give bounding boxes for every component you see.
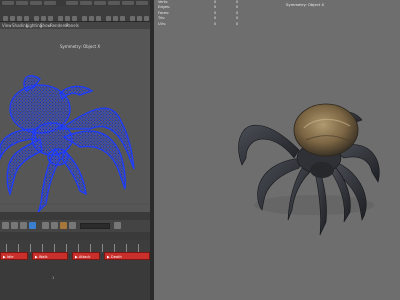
frame-all-icon[interactable] bbox=[130, 16, 135, 21]
menu-tab[interactable] bbox=[30, 1, 42, 5]
model-shadow bbox=[254, 195, 374, 215]
clip-button-idle[interactable]: ▶ Idle bbox=[0, 252, 28, 260]
time-tick bbox=[126, 244, 127, 252]
time-tick bbox=[114, 244, 115, 252]
select-tool-icon[interactable] bbox=[3, 16, 8, 21]
rotate-tool-icon[interactable] bbox=[17, 16, 22, 21]
shaded-icon[interactable] bbox=[89, 16, 94, 21]
wire-leg bbox=[59, 85, 94, 101]
menu-view[interactable]: View bbox=[2, 23, 12, 28]
play-icon: ▶ bbox=[35, 255, 38, 259]
play-icon: ▶ bbox=[3, 255, 6, 259]
time-tick bbox=[78, 244, 79, 252]
loop-icon[interactable] bbox=[69, 222, 76, 229]
wireframe-viewport[interactable]: Symmetry: Object X bbox=[0, 29, 150, 212]
menu-tab[interactable] bbox=[80, 1, 92, 5]
time-tick bbox=[6, 244, 7, 252]
time-tick bbox=[90, 244, 91, 252]
animation-clip-bar: ▶ Idle ▶ Walk ▶ Attack ▶ Death bbox=[0, 252, 150, 260]
time-tick bbox=[42, 244, 43, 252]
range-slider[interactable]: 1 bbox=[0, 270, 150, 300]
menu-tab[interactable] bbox=[136, 1, 148, 5]
scale-tool-icon[interactable] bbox=[24, 16, 29, 21]
spider-shaded-model bbox=[238, 103, 380, 236]
frame-selected-icon[interactable] bbox=[137, 16, 142, 21]
clip-label: Idle bbox=[6, 255, 14, 259]
wire-leg bbox=[6, 138, 43, 197]
time-tick bbox=[138, 244, 139, 252]
shaded-abdomen bbox=[293, 103, 359, 157]
menu-tab[interactable] bbox=[16, 1, 28, 5]
clip-button-death[interactable]: ▶ Death bbox=[104, 252, 150, 260]
camera-icon[interactable] bbox=[58, 16, 63, 21]
move-tool-icon[interactable] bbox=[10, 16, 15, 21]
render-icon[interactable] bbox=[72, 16, 77, 21]
curve-snap-icon[interactable] bbox=[41, 16, 46, 21]
clip-button-walk[interactable]: ▶ Walk bbox=[32, 252, 68, 260]
xray-icon[interactable] bbox=[113, 16, 118, 21]
clip-button-attack[interactable]: ▶ Attack bbox=[72, 252, 100, 260]
clip-label: Death bbox=[110, 255, 122, 259]
key-icon[interactable] bbox=[60, 222, 67, 229]
time-tick bbox=[54, 244, 55, 252]
step-forward-icon[interactable] bbox=[42, 222, 49, 229]
range-label: 1 bbox=[52, 276, 55, 280]
timeline-panel: ▶ Idle ▶ Walk ▶ Attack ▶ Death 1 bbox=[0, 212, 150, 300]
play-icon: ▶ bbox=[75, 255, 78, 259]
menu-tab[interactable] bbox=[122, 1, 134, 5]
left-editor-window: View Shading Lighting Show Renderer Pane… bbox=[0, 0, 150, 300]
time-tick bbox=[66, 244, 67, 252]
menu-panels[interactable]: Panels bbox=[66, 23, 79, 28]
spider-wireframe-model bbox=[0, 75, 150, 212]
menu-tab[interactable] bbox=[2, 1, 14, 5]
current-frame-field[interactable] bbox=[80, 223, 110, 229]
clip-label: Walk bbox=[38, 255, 48, 259]
shaded-leg bbox=[238, 124, 300, 166]
layout-icon[interactable] bbox=[144, 16, 149, 21]
wire-leg bbox=[61, 149, 87, 196]
time-tick bbox=[18, 244, 19, 252]
play-back-icon[interactable] bbox=[20, 222, 27, 229]
playback-toolbar bbox=[0, 220, 150, 232]
grid-snap-icon[interactable] bbox=[34, 16, 39, 21]
go-to-start-icon[interactable] bbox=[2, 222, 9, 229]
clip-label: Attack bbox=[78, 255, 91, 259]
menu-tab[interactable] bbox=[44, 1, 56, 5]
shaded-viewport[interactable]: Verts: 0 0 Edges: 0 0 Faces: 0 0 Tris: 0… bbox=[154, 0, 400, 300]
menu-tab[interactable] bbox=[94, 1, 106, 5]
menu-tab[interactable] bbox=[108, 1, 120, 5]
tool-shelf bbox=[0, 6, 150, 22]
options-icon[interactable] bbox=[114, 222, 121, 229]
menu-tab[interactable] bbox=[66, 1, 78, 5]
grid-icon[interactable] bbox=[120, 16, 125, 21]
time-tick bbox=[30, 244, 31, 252]
shaded-head bbox=[310, 162, 334, 178]
point-snap-icon[interactable] bbox=[48, 16, 53, 21]
play-forward-icon[interactable] bbox=[29, 222, 36, 229]
texture-icon[interactable] bbox=[96, 16, 101, 21]
wireframe-icon[interactable] bbox=[82, 16, 87, 21]
time-tick bbox=[102, 244, 103, 252]
light-icon[interactable] bbox=[65, 16, 70, 21]
play-icon: ▶ bbox=[107, 255, 110, 259]
panel-menu-bar: View Shading Lighting Show Renderer Pane… bbox=[0, 22, 150, 29]
isolate-icon[interactable] bbox=[106, 16, 111, 21]
go-to-end-icon[interactable] bbox=[51, 222, 58, 229]
step-back-icon[interactable] bbox=[11, 222, 18, 229]
spider-wireframe bbox=[0, 75, 135, 212]
